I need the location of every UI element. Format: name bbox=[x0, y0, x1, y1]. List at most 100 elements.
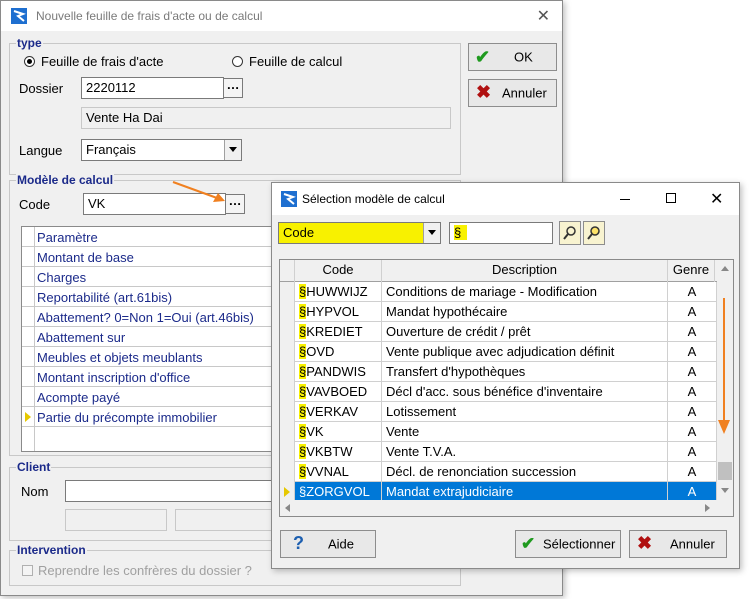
param-label: Paramètre bbox=[37, 230, 98, 245]
code-text: VK bbox=[306, 424, 324, 439]
cell-code: §HYPVOL bbox=[295, 302, 382, 322]
check-icon: ✔ bbox=[521, 534, 536, 553]
param-label: Partie du précompte immobilier bbox=[37, 410, 217, 425]
param-row[interactable]: Montant inscription d'office bbox=[22, 367, 282, 387]
filter-value-input[interactable]: § bbox=[449, 222, 553, 244]
search-next-icon bbox=[587, 226, 600, 240]
radio-feuille-calcul-label: Feuille de calcul bbox=[249, 54, 343, 69]
code-text: OVD bbox=[306, 344, 335, 359]
cell-description: Transfert d'hypothèques bbox=[382, 362, 668, 382]
grid-header-corner bbox=[280, 260, 295, 282]
cell-code: §VK bbox=[295, 422, 382, 442]
column-header-genre-label: Genre bbox=[672, 262, 710, 277]
column-header-code[interactable]: Code bbox=[295, 260, 382, 282]
grid-row[interactable]: §HYPVOL Mandat hypothécaire A bbox=[280, 302, 717, 322]
close-icon[interactable]: ✕ bbox=[537, 6, 550, 26]
scroll-up-icon[interactable] bbox=[721, 266, 729, 271]
client-field-2 bbox=[175, 509, 280, 531]
row-indicator-cell bbox=[280, 402, 295, 422]
search-next-button[interactable] bbox=[583, 221, 605, 245]
row-indicator-cell bbox=[280, 282, 295, 302]
chevron-down-icon[interactable] bbox=[423, 223, 440, 243]
orange-arrow-annotation bbox=[172, 181, 225, 202]
grid-rows: §HUWWIJZ Conditions de mariage - Modifica… bbox=[280, 282, 717, 502]
cell-code: §PANDWIS bbox=[295, 362, 382, 382]
grid-row[interactable]: §OVD Vente publique avec adjudication déf… bbox=[280, 342, 717, 362]
param-row[interactable]: Abattement? 0=Non 1=Oui (art.46bis) bbox=[22, 307, 282, 327]
annuler-button-label: Annuler bbox=[502, 85, 547, 101]
cell-code: §KREDIET bbox=[295, 322, 382, 342]
cell-description: Mandat hypothécaire bbox=[382, 302, 668, 322]
main-title-bar[interactable]: Nouvelle feuille de frais d'acte ou de c… bbox=[1, 1, 562, 31]
selection-dialog: Sélection modèle de calcul ✕ Code § Code… bbox=[271, 182, 740, 569]
cell-description: Vente T.V.A. bbox=[382, 442, 668, 462]
cell-description: Décl. de renonciation succession bbox=[382, 462, 668, 482]
param-label: Charges bbox=[37, 270, 87, 285]
grid-row[interactable]: §VKBTW Vente T.V.A. A bbox=[280, 442, 717, 462]
horizontal-scrollbar[interactable] bbox=[280, 500, 733, 516]
intervention-group-title: Intervention bbox=[16, 543, 87, 557]
dossier-browse-button[interactable]: … bbox=[223, 78, 243, 98]
chevron-down-icon[interactable] bbox=[224, 140, 241, 160]
param-list: Paramètre Montant de base Charges Report… bbox=[21, 226, 283, 452]
grid-row[interactable]: §PANDWIS Transfert d'hypothèques A bbox=[280, 362, 717, 382]
minimize-icon[interactable] bbox=[620, 199, 630, 200]
scroll-left-icon[interactable] bbox=[285, 504, 290, 512]
filter-field-select[interactable]: Code bbox=[278, 222, 441, 244]
nom-input[interactable] bbox=[65, 480, 280, 502]
maximize-icon[interactable] bbox=[666, 193, 676, 203]
dossier-input[interactable]: 2220112 bbox=[81, 77, 224, 99]
reprendre-checkbox[interactable] bbox=[22, 565, 33, 576]
langue-label: Langue bbox=[19, 143, 63, 158]
scrollbar-thumb[interactable] bbox=[718, 462, 732, 480]
code-value: VK bbox=[88, 196, 106, 211]
cell-code: §VKBTW bbox=[295, 442, 382, 462]
param-row[interactable]: Meubles et objets meublants bbox=[22, 347, 282, 367]
code-text: VERKAV bbox=[306, 404, 359, 419]
column-header-genre[interactable]: Genre bbox=[668, 260, 715, 282]
cross-icon: ✖ bbox=[637, 533, 653, 553]
filter-value: § bbox=[454, 225, 468, 240]
model-grid: Code Description Genre §HUWWIJZ Condition… bbox=[279, 259, 734, 517]
param-row[interactable]: Paramètre bbox=[22, 227, 282, 247]
aide-button[interactable]: ? Aide bbox=[280, 530, 376, 558]
grid-row[interactable]: §VVNAL Décl. de renonciation succession A bbox=[280, 462, 717, 482]
row-pointer-icon bbox=[284, 487, 290, 497]
code-text: VAVBOED bbox=[306, 384, 368, 399]
grid-row[interactable]: §VK Vente A bbox=[280, 422, 717, 442]
column-header-description[interactable]: Description bbox=[382, 260, 668, 282]
grid-row[interactable]: §ZORGVOL Mandat extrajudiciaire A bbox=[280, 482, 717, 502]
param-row[interactable]: Charges bbox=[22, 267, 282, 287]
param-row[interactable]: Montant de base bbox=[22, 247, 282, 267]
cell-description: Vente bbox=[382, 422, 668, 442]
app-icon bbox=[281, 191, 297, 207]
reprendre-checkbox-label: Reprendre les confrères du dossier ? bbox=[38, 563, 252, 578]
radio-feuille-frais[interactable] bbox=[24, 56, 35, 67]
grid-row[interactable]: §KREDIET Ouverture de crédit / prêt A bbox=[280, 322, 717, 342]
search-button[interactable] bbox=[559, 221, 581, 245]
annuler-button[interactable]: ✖ Annuler bbox=[468, 79, 557, 107]
dossier-name-value: Vente Ha Dai bbox=[86, 110, 163, 125]
grid-row[interactable]: §HUWWIJZ Conditions de mariage - Modifica… bbox=[280, 282, 717, 302]
cell-genre: A bbox=[668, 342, 717, 362]
ok-button[interactable]: ✔ OK bbox=[468, 43, 557, 71]
dialog-annuler-button[interactable]: ✖ Annuler bbox=[629, 530, 727, 558]
dialog-title-bar[interactable]: Sélection modèle de calcul ✕ bbox=[272, 183, 739, 215]
radio-feuille-calcul[interactable] bbox=[232, 56, 243, 67]
cell-description: Ouverture de crédit / prêt bbox=[382, 322, 668, 342]
param-row[interactable]: Abattement sur bbox=[22, 327, 282, 347]
cell-description: Mandat extrajudiciaire bbox=[382, 482, 668, 502]
param-row[interactable]: Reportabilité (art.61bis) bbox=[22, 287, 282, 307]
grid-row[interactable]: §VERKAV Lotissement A bbox=[280, 402, 717, 422]
selectionner-button[interactable]: ✔ Sélectionner bbox=[515, 530, 621, 558]
row-indicator-cell bbox=[280, 422, 295, 442]
grid-row[interactable]: §VAVBOED Décl d'acc. sous bénéfice d'inve… bbox=[280, 382, 717, 402]
scroll-down-icon[interactable] bbox=[721, 488, 729, 493]
scroll-right-icon[interactable] bbox=[705, 504, 710, 512]
langue-select[interactable]: Français bbox=[81, 139, 242, 161]
row-indicator-cell bbox=[280, 342, 295, 362]
row-indicator-cell bbox=[280, 382, 295, 402]
close-icon[interactable]: ✕ bbox=[710, 189, 723, 209]
param-row[interactable]: Partie du précompte immobilier bbox=[22, 407, 282, 427]
param-row[interactable]: Acompte payé bbox=[22, 387, 282, 407]
